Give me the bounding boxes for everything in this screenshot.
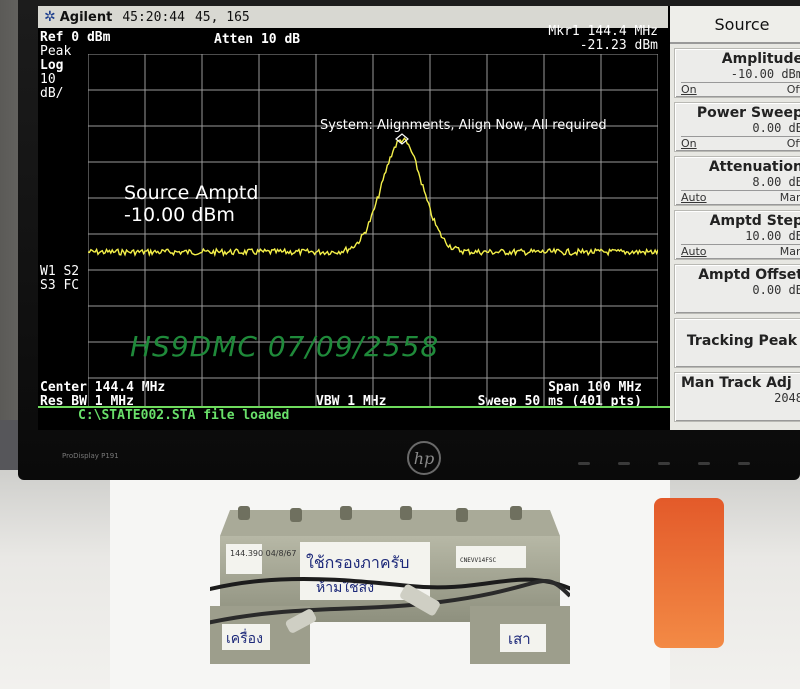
clock: 45:20:44: [122, 9, 185, 25]
filter-top: [220, 510, 560, 536]
power-button[interactable]: [738, 462, 750, 465]
option-auto: Auto: [681, 245, 707, 258]
softkey-label: Amplitude: [721, 51, 800, 67]
option-on: On: [681, 83, 697, 96]
softkey-value: 2048: [774, 391, 800, 405]
option-off: Off: [786, 137, 800, 150]
scale-label: Log: [40, 58, 64, 73]
alignment-message: System: Alignments, Align Now, All requi…: [320, 118, 607, 133]
monitor-button[interactable]: [578, 462, 590, 465]
softkey-value: -10.00 dBm: [730, 67, 800, 81]
ref-level: Ref 0 dBm: [40, 30, 111, 45]
option-man: Man: [779, 191, 800, 204]
source-amptd-value: -10.00 dBm: [124, 204, 235, 226]
agilent-spark-icon: ✲: [44, 9, 56, 25]
hp-logo: hp: [407, 441, 441, 475]
softkey-label: Man Track Adj: [681, 375, 792, 391]
softkey-power-sweep[interactable]: Power Sweep 0.00 dB On Off: [674, 102, 800, 152]
div-unit: dB/: [40, 86, 64, 101]
softkey-label: Attenuation: [708, 159, 800, 175]
softkey-man-track-adj[interactable]: Man Track Adj 2048: [674, 372, 800, 422]
port-label-left-text: เครื่อง: [226, 629, 263, 647]
sticker-left-text: 144.390 04/8/67: [230, 549, 296, 558]
barcode-text: CNEVV14FSC: [460, 557, 497, 564]
monitor-button[interactable]: [698, 462, 710, 465]
softkey-amplitude[interactable]: Amplitude -10.00 dBm On Off: [674, 48, 800, 98]
softkey-label: Amptd Offset: [698, 267, 800, 283]
coords: 45, 165: [194, 9, 250, 25]
cavity-filter: 144.390 04/8/67 ใช้กรองภาครับ ห้ามใช้ส่ง…: [210, 506, 570, 664]
softkey-panel: Source Amplitude -10.00 dBm On Off Power …: [670, 6, 800, 430]
source-amptd-label: Source Amptd: [124, 182, 259, 204]
monitor-button[interactable]: [618, 462, 630, 465]
div-value: 10: [40, 72, 56, 87]
softkey-label: Tracking Peak: [686, 333, 798, 349]
softkey-value: 8.00 dB: [752, 175, 800, 189]
status-message: C:\STATE002.STA file loaded: [78, 408, 290, 423]
option-off: Off: [786, 83, 800, 96]
softkey-value: 0.00 dB: [752, 121, 800, 135]
monitor-bezel: ✲ Agilent 45:20:44 45, 165 Ref 0 dBm Att…: [18, 0, 800, 480]
trace-w1: W1 S2: [40, 264, 80, 279]
option-auto: Auto: [681, 191, 707, 204]
red-object: [654, 498, 724, 648]
monitor-button[interactable]: [658, 462, 670, 465]
softkey-menu-title: Source: [670, 6, 800, 44]
softkey-amptd-offset[interactable]: Amptd Offset 0.00 dB: [674, 264, 800, 314]
detector-label: Peak: [40, 44, 72, 59]
softkey-attenuation[interactable]: Attenuation 8.00 dB Auto Man: [674, 156, 800, 206]
attenuation-label: Atten 10 dB: [214, 32, 301, 47]
watermark: HS9DMC 07/09/2558: [130, 330, 440, 363]
softkey-tracking-peak[interactable]: Tracking Peak: [674, 318, 800, 368]
option-man: Man: [779, 245, 800, 258]
softkey-value: 0.00 dB: [752, 283, 800, 297]
marker-value: -21.23 dBm: [579, 38, 658, 53]
brand-label: Agilent: [59, 9, 113, 25]
port-label-right-text: เสา: [508, 630, 531, 648]
option-on: On: [681, 137, 697, 150]
monitor-model: ProDisplay P191: [62, 452, 119, 460]
monitor-buttons: [578, 462, 800, 468]
trace-s3: S3 FC: [40, 278, 80, 293]
analyzer-screen: ✲ Agilent 45:20:44 45, 165 Ref 0 dBm Att…: [38, 6, 800, 430]
softkey-label: Amptd Step: [709, 213, 800, 229]
softkey-label: Power Sweep: [696, 105, 800, 121]
marker-label: Mkr1 144.4 MHz: [548, 24, 658, 39]
handwritten-line-1: ใช้กรองภาครับ: [306, 553, 409, 572]
softkey-amptd-step[interactable]: Amptd Step 10.00 dB Auto Man: [674, 210, 800, 260]
brand: ✲ Agilent: [38, 9, 112, 25]
softkey-value: 10.00 dB: [745, 229, 800, 243]
